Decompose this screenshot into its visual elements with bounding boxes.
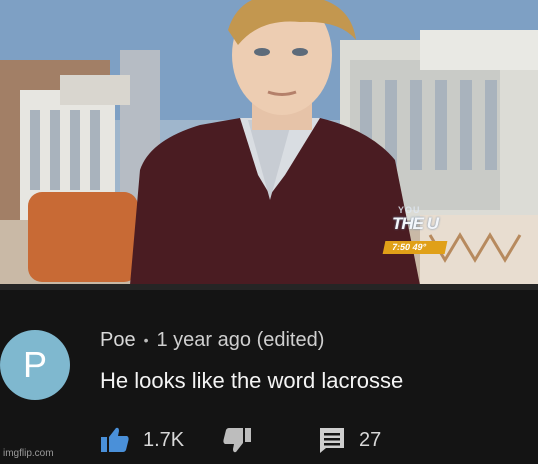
- channel-logo-bug: YOU THE U 7:50 49°: [382, 205, 454, 261]
- tv-scene-illustration: [0, 0, 538, 285]
- reply-count: 27: [359, 428, 382, 451]
- comment-timestamp: 1 year ago (edited): [156, 328, 325, 351]
- reply-comment-icon: [320, 428, 344, 453]
- thumbs-down-icon: [223, 428, 251, 453]
- avatar[interactable]: P: [0, 330, 70, 400]
- reply-button[interactable]: 27: [318, 425, 381, 455]
- thumbs-up-icon: [101, 427, 129, 452]
- comment-card: P Poe • 1 year ago (edited) He looks lik…: [0, 290, 538, 464]
- meta-separator: •: [143, 332, 149, 348]
- comment-text: He looks like the word lacrosse: [100, 368, 404, 393]
- imgflip-watermark: imgflip.com: [3, 448, 54, 459]
- comment-author[interactable]: Poe: [100, 329, 136, 352]
- tv-screenshot: YOU THE U 7:50 49°: [0, 0, 538, 285]
- like-button[interactable]: 1.7K: [100, 425, 184, 455]
- channel-bug-time: 7:50 49°: [382, 241, 448, 254]
- like-count: 1.7K: [143, 428, 185, 451]
- comment-actions: 1.7K 27: [100, 425, 520, 455]
- channel-bug-logo-text: THE U: [392, 214, 439, 233]
- dislike-button[interactable]: [222, 425, 252, 455]
- comment-meta: Poe • 1 year ago (edited): [100, 328, 324, 352]
